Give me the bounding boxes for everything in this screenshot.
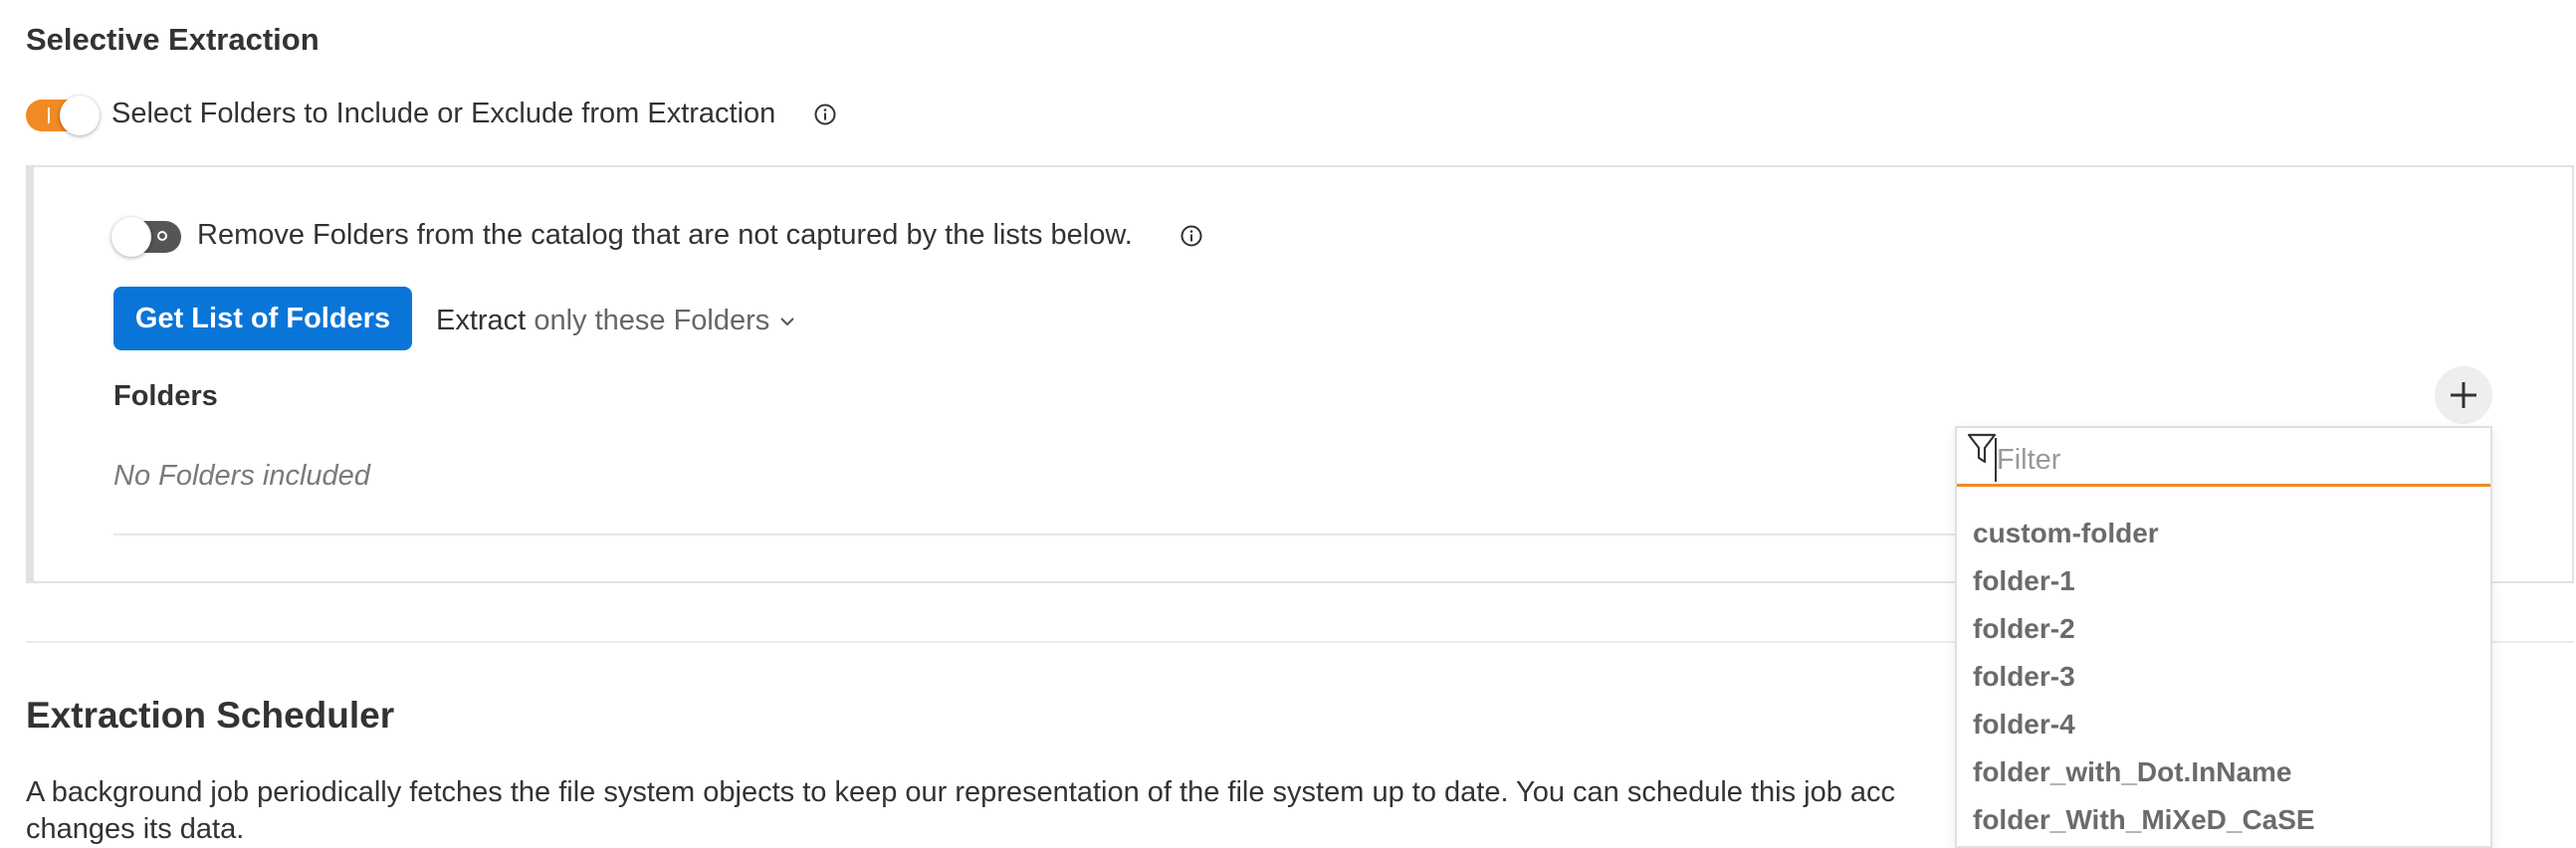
- scheduler-description-line-2: changes its data.: [26, 813, 245, 845]
- selective-extraction-toggle-label: Select Folders to Include or Exclude fro…: [111, 98, 776, 129]
- scheduler-description: A background job periodically fetches th…: [26, 774, 1947, 848]
- add-folder-button[interactable]: [2435, 366, 2492, 424]
- folders-heading: Folders: [113, 380, 218, 412]
- info-icon[interactable]: [1181, 225, 1202, 247]
- folder-option[interactable]: folder-2: [1973, 605, 2315, 653]
- get-list-of-folders-button[interactable]: Get List of Folders: [113, 287, 412, 350]
- filter-input-underline: [1957, 484, 2490, 487]
- folder-filter-popup: custom-folder folder-1 folder-2 folder-3…: [1955, 426, 2492, 848]
- extract-mode-value: only these Folders: [534, 305, 770, 336]
- toggle-on-mark: [48, 107, 50, 123]
- folder-option[interactable]: folder_With_MiXeD_CaSE: [1973, 796, 2315, 844]
- toggle-off-mark: [157, 231, 167, 241]
- plus-icon: [2451, 382, 2476, 408]
- toggle-knob: [111, 217, 151, 257]
- folder-option[interactable]: folder-4: [1973, 701, 2315, 748]
- chevron-down-icon: [780, 318, 795, 326]
- selective-extraction-toggle[interactable]: [26, 96, 100, 135]
- folder-options-list: custom-folder folder-1 folder-2 folder-3…: [1973, 510, 2315, 844]
- scheduler-description-line-1: A background job periodically fetches th…: [26, 776, 1896, 808]
- filter-input[interactable]: [1995, 438, 2474, 482]
- folder-option[interactable]: custom-folder: [1973, 510, 2315, 557]
- folder-option[interactable]: folder-3: [1973, 653, 2315, 701]
- folder-option[interactable]: folder-1: [1973, 557, 2315, 605]
- empty-folders-message: No Folders included: [113, 460, 370, 492]
- filter-icon: [1967, 433, 1997, 464]
- extract-mode-dropdown[interactable]: Extract only these Folders: [436, 305, 795, 337]
- section-title-extraction-scheduler: Extraction Scheduler: [26, 695, 395, 736]
- section-title-selective-extraction: Selective Extraction: [26, 22, 320, 57]
- remove-folders-toggle-label: Remove Folders from the catalog that are…: [197, 219, 1133, 251]
- folder-option[interactable]: folder_with_Dot.InName: [1973, 748, 2315, 796]
- extract-prefix: Extract: [436, 305, 527, 336]
- toggle-knob: [60, 96, 100, 135]
- folders-divider: [113, 533, 1955, 535]
- info-icon[interactable]: [814, 104, 836, 125]
- remove-folders-toggle[interactable]: [111, 217, 181, 257]
